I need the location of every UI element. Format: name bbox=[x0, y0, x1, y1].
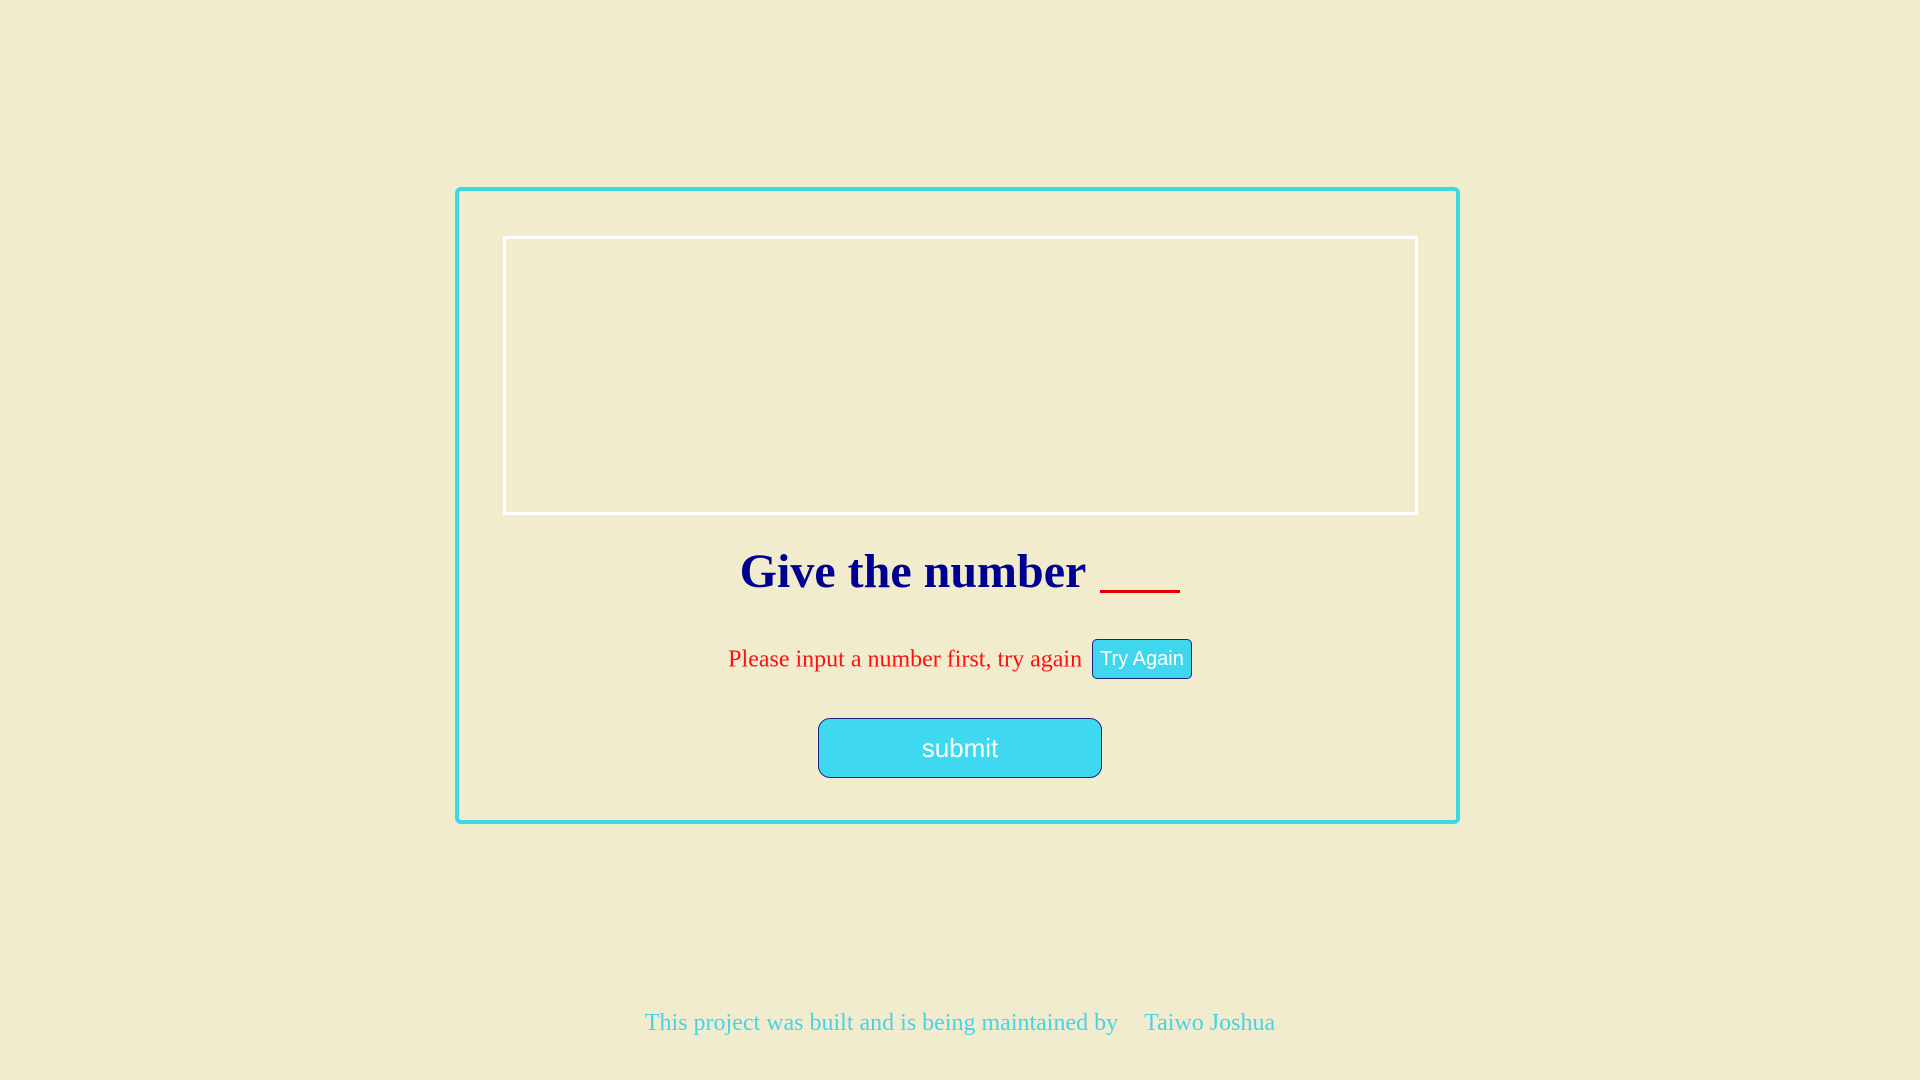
answer-blank bbox=[1100, 590, 1181, 593]
try-again-button[interactable]: Try Again bbox=[1092, 639, 1192, 680]
footer: This project was built and is being main… bbox=[0, 1010, 1920, 1037]
footer-text: This project was built and is being main… bbox=[644, 1010, 1119, 1036]
prompt-heading: Give the number bbox=[0, 540, 1920, 604]
error-message: Please input a number first, try again bbox=[728, 646, 1083, 673]
prompt-heading-text: Give the number bbox=[739, 545, 1087, 598]
footer-author-link[interactable]: Taiwo Joshua bbox=[1144, 1010, 1275, 1036]
number-display-box bbox=[503, 236, 1418, 515]
submit-button[interactable]: submit bbox=[818, 718, 1102, 778]
message-row: Please input a number first, try again T… bbox=[0, 638, 1920, 680]
